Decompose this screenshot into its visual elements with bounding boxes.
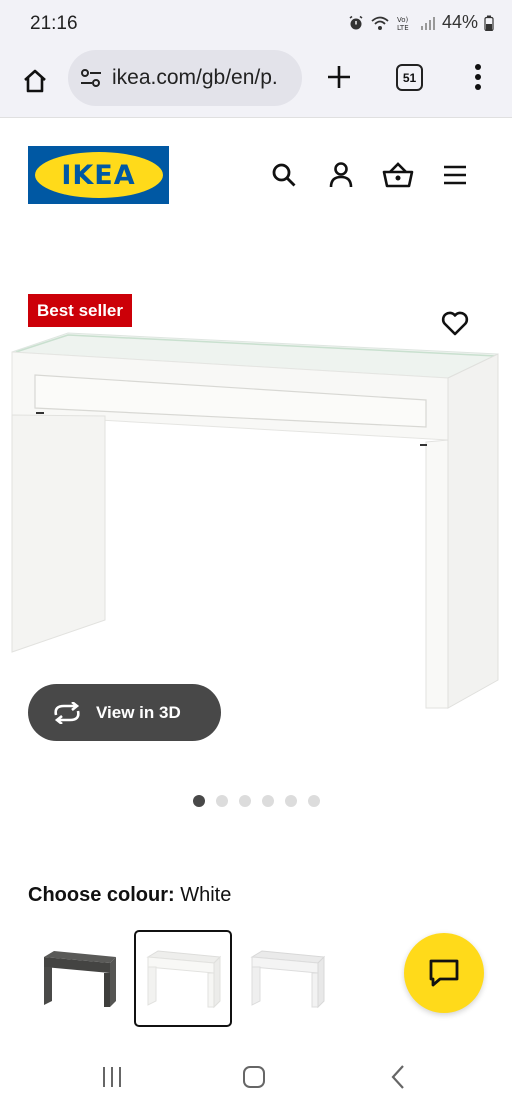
home-icon: [24, 69, 46, 93]
swatch-thumb-white-2: [250, 949, 326, 1008]
choose-colour-key: Choose colour:: [28, 884, 175, 906]
battery-icon: [484, 15, 494, 31]
status-time: 21:16: [30, 13, 78, 34]
more-vert-icon: [475, 64, 481, 90]
url-text: ikea.com/gb/en/p.: [112, 66, 278, 89]
best-seller-badge: Best seller: [28, 294, 132, 327]
logo-text: IKEA: [61, 159, 136, 191]
battery-percent: 44%: [441, 12, 478, 32]
colour-swatch-white-2[interactable]: [238, 930, 336, 1027]
back-button[interactable]: [378, 1062, 418, 1092]
colour-swatch-black-brown[interactable]: [30, 930, 128, 1027]
status-bar: 21:16 Vo) LTE 44%: [0, 0, 512, 48]
menu-icon: [444, 165, 466, 185]
site-settings-icon[interactable]: [80, 67, 102, 89]
volte-icon: Vo)LTE: [397, 16, 409, 31]
svg-text:LTE: LTE: [397, 24, 409, 31]
carousel-dot[interactable]: [262, 795, 274, 807]
back-icon: [391, 1065, 404, 1089]
browser-menu-button[interactable]: [466, 60, 490, 94]
product-image[interactable]: [8, 330, 504, 720]
recents-button[interactable]: [92, 1062, 132, 1092]
favourite-heart-icon[interactable]: [440, 308, 470, 338]
chat-button[interactable]: [404, 933, 484, 1013]
rotate-3d-icon: [54, 701, 80, 724]
swatch-thumb-white: [146, 949, 222, 1008]
image-carousel-dots: [193, 795, 320, 807]
view-in-3d-label: View in 3D: [96, 702, 181, 722]
plus-icon: [328, 66, 350, 88]
choose-colour-label: Choose colour: White: [28, 884, 231, 907]
address-bar[interactable]: ikea.com/gb/en/p.: [68, 50, 302, 106]
colour-swatch-white[interactable]: [134, 930, 232, 1027]
search-icon: [272, 163, 296, 187]
view-in-3d-button[interactable]: View in 3D: [28, 684, 221, 741]
signal-icon: [420, 16, 435, 30]
search-button[interactable]: [267, 158, 301, 192]
new-tab-button[interactable]: [322, 60, 356, 94]
browser-home-button[interactable]: [18, 64, 52, 98]
carousel-dot[interactable]: [239, 795, 251, 807]
status-icons: Vo) LTE 44%: [348, 12, 494, 33]
carousel-dot[interactable]: [308, 795, 320, 807]
home-outline-icon: [243, 1066, 265, 1088]
basket-button[interactable]: [381, 158, 415, 192]
recents-icon: [103, 1067, 121, 1087]
carousel-dot[interactable]: [193, 795, 205, 807]
logo-oval: IKEA: [34, 152, 163, 198]
chat-icon: [429, 959, 459, 987]
menu-button[interactable]: [438, 158, 472, 192]
carousel-dot[interactable]: [285, 795, 297, 807]
carousel-dot[interactable]: [216, 795, 228, 807]
ikea-logo[interactable]: IKEA: [28, 146, 169, 204]
wifi-icon: [371, 16, 389, 30]
android-nav-bar: [0, 1048, 512, 1109]
account-button[interactable]: [324, 158, 358, 192]
tab-switcher-button[interactable]: 51: [396, 64, 423, 91]
account-icon: [329, 162, 353, 188]
svg-text:Vo): Vo): [397, 16, 409, 24]
selected-colour-value: White: [180, 884, 232, 906]
basket-icon: [382, 162, 414, 188]
alarm-icon: [349, 15, 363, 29]
android-home-button[interactable]: [234, 1062, 274, 1092]
swatch-thumb-black-brown: [44, 950, 116, 1007]
browser-toolbar: ikea.com/gb/en/p. 51: [0, 48, 512, 118]
